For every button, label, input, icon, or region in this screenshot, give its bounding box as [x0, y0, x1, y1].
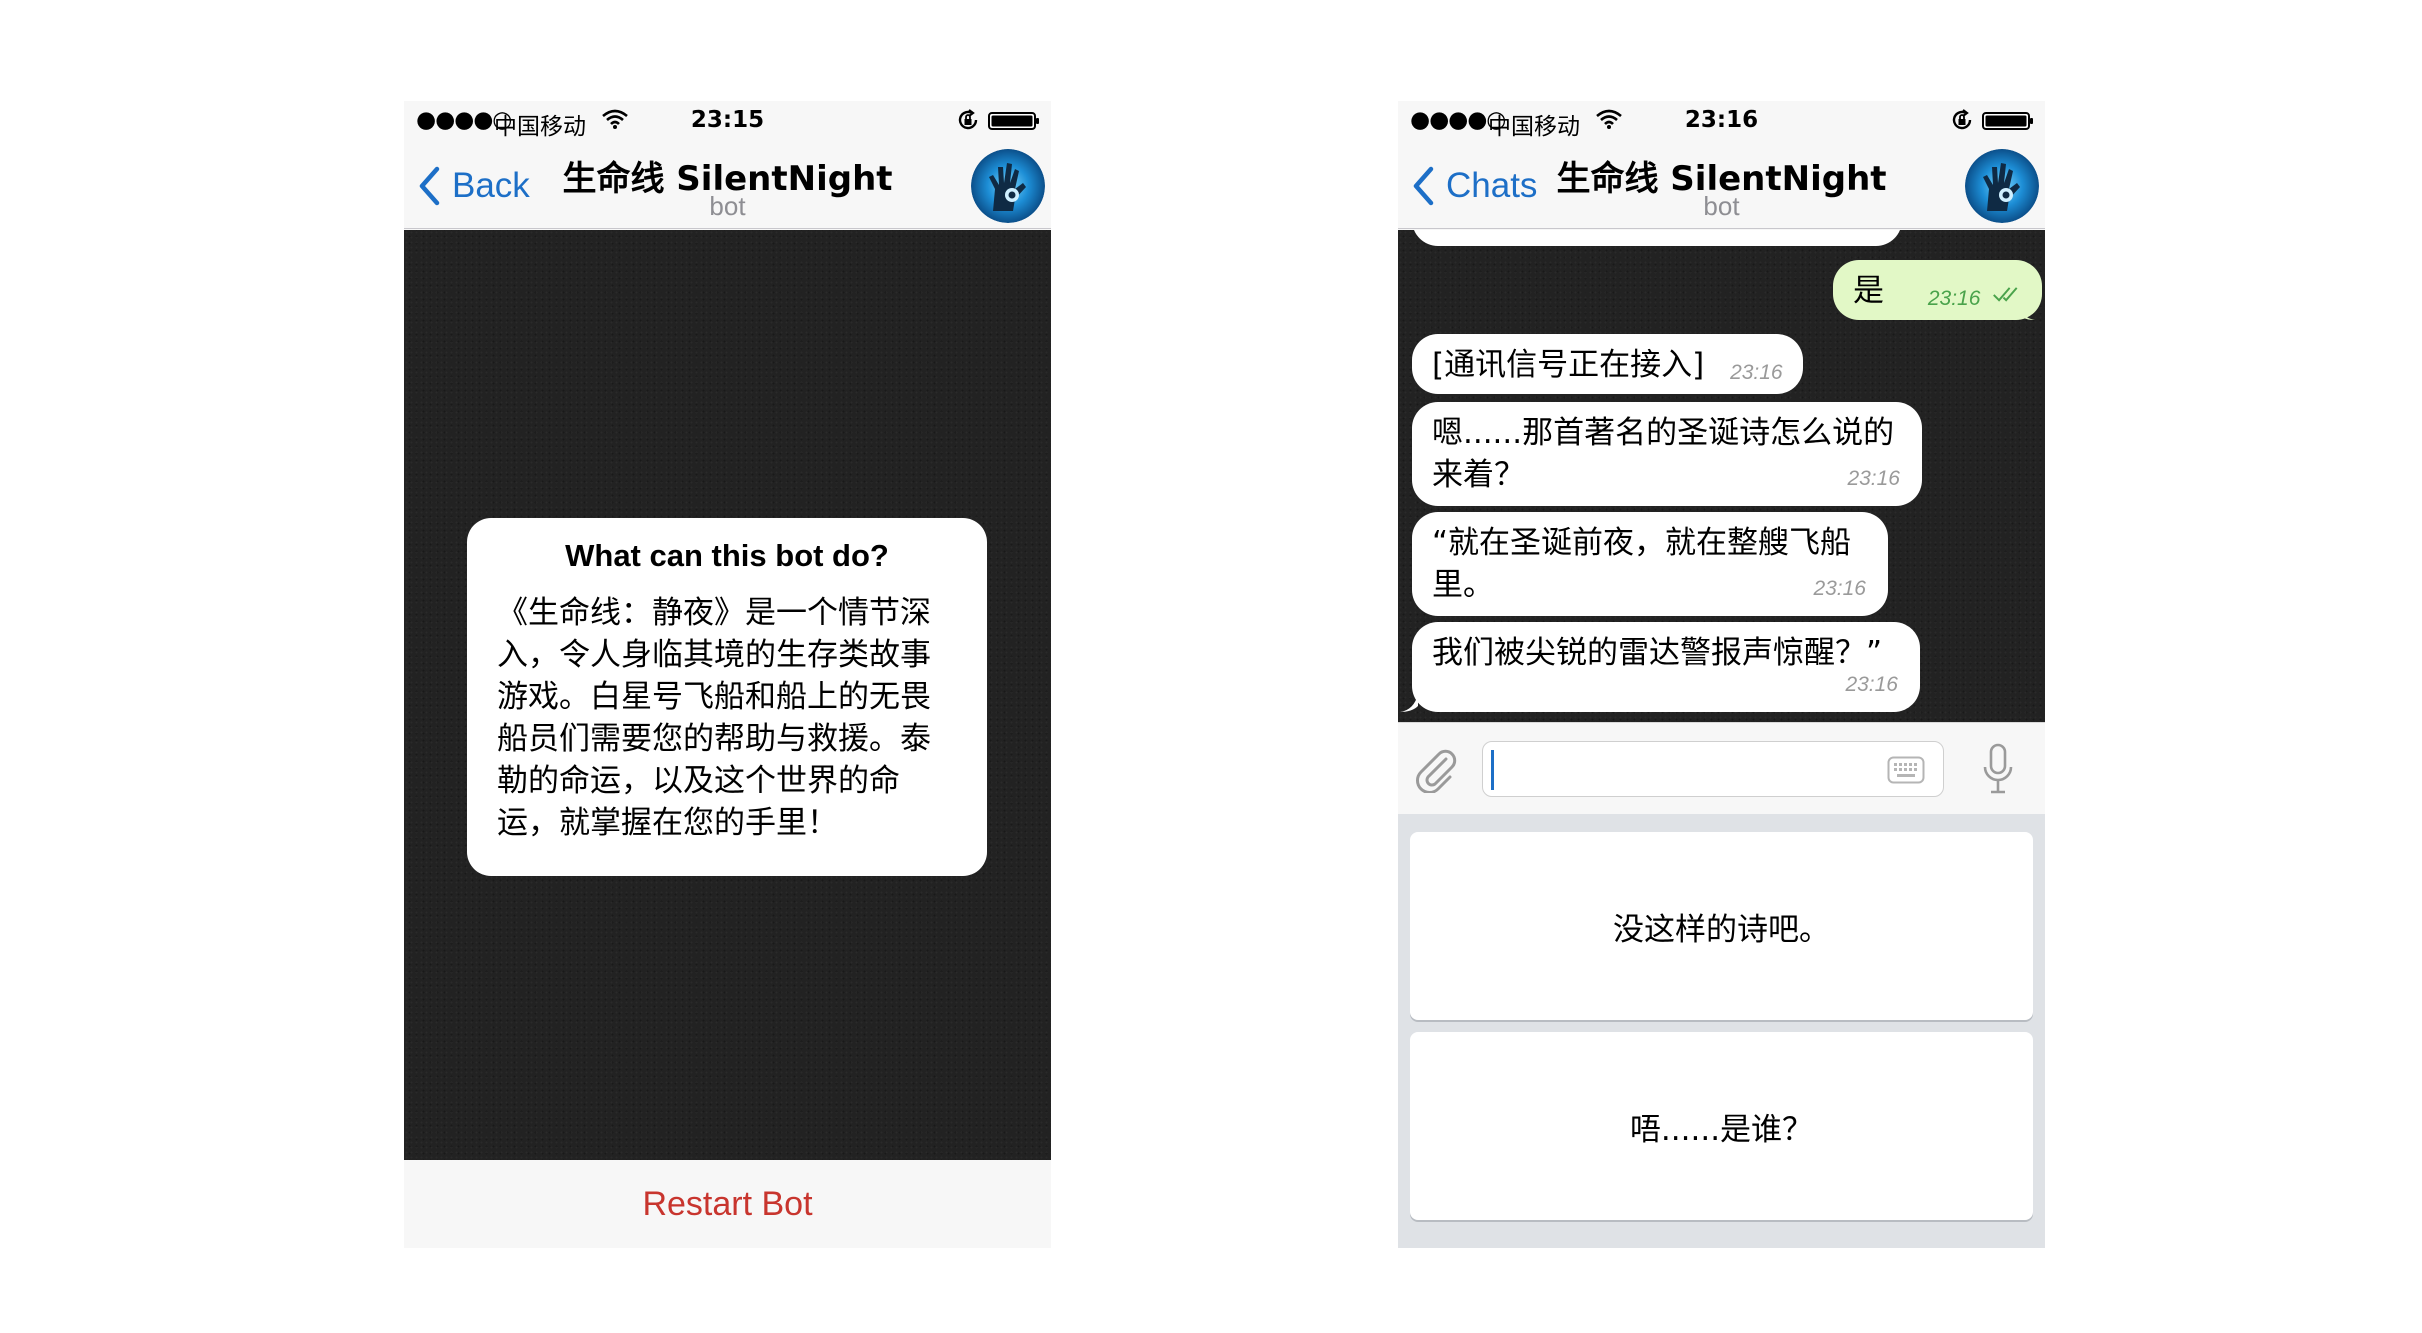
restart-bot-button[interactable]: Restart Bot [404, 1160, 1051, 1248]
message-time: 23:16 [1827, 230, 1880, 242]
message-time: 23:16 [1927, 287, 1981, 310]
microphone-icon[interactable] [1982, 743, 2014, 795]
message-bubble-incoming: 我们被尖锐的雷达警报声惊醒？” 23:16 [1412, 622, 1920, 712]
message-time: 23:16 [1730, 361, 1783, 384]
status-time: 23:16 [1684, 107, 1759, 133]
reply-option-button[interactable]: 没这样的诗吧。 [1410, 832, 2033, 1020]
chat-subtitle: bot [1703, 191, 1740, 221]
message-text: “就在圣诞前夜，就在整艘飞船里。 [1432, 525, 1852, 603]
message-time: 23:16 [1845, 673, 1898, 696]
message-text: 嗯......那首著名的圣诞诗怎么说的来着？ [1432, 415, 1895, 493]
chat-screen: ●●●●○ 中国移动 23:16 Chats 生命线 SilentNight b… [1398, 101, 2045, 1248]
message-input[interactable] [1491, 748, 1871, 790]
status-bar: ●●●●○ 中国移动 23:15 [404, 101, 1051, 141]
message-list[interactable]: 23:16 是 23:16 [通讯信号正在接入] 23:16 嗯......那首… [1398, 230, 2045, 722]
message-time: 23:16 [1813, 577, 1866, 600]
navigation-bar: Back 生命线 SilentNight bot [404, 141, 1051, 229]
restart-bot-label: Restart Bot [642, 1184, 813, 1223]
intro-title: What can this bot do? [565, 538, 889, 573]
message-text: 我们被尖锐的雷达警报声惊醒？” [1432, 635, 1883, 671]
double-check-icon [1992, 285, 2022, 303]
message-field[interactable] [1482, 741, 1944, 797]
battery-icon [1982, 112, 2034, 130]
bot-intro-card: What can this bot do? 《生命线：静夜》是一个情节深入，令人… [467, 518, 987, 876]
text-cursor [1491, 750, 1494, 790]
intro-body: 《生命线：静夜》是一个情节深入，令人身临其境的生存类故事游戏。白星号飞船和船上的… [497, 595, 931, 841]
chat-background: What can this bot do? 《生命线：静夜》是一个情节深入，令人… [404, 230, 1051, 1160]
message-bubble-incoming: 嗯......那首著名的圣诞诗怎么说的来着？ 23:16 [1412, 402, 1922, 506]
composer-bar [1398, 722, 2045, 814]
status-bar: ●●●●○ 中国移动 23:16 [1398, 101, 2045, 141]
message-bubble-cutoff: 23:16 [1412, 230, 1902, 246]
bot-reply-keyboard: 没这样的诗吧。 唔......是谁？ [1398, 814, 2045, 1248]
bot-avatar[interactable] [1965, 149, 2039, 223]
keyboard-icon[interactable] [1887, 756, 1925, 784]
navigation-bar: Chats 生命线 SilentNight bot [1398, 141, 2045, 229]
paperclip-icon[interactable] [1412, 745, 1458, 793]
rotation-lock-icon [956, 108, 980, 132]
rotation-lock-icon [1950, 108, 1974, 132]
chat-subtitle: bot [709, 191, 746, 221]
intro-screen: ●●●●○ 中国移动 23:15 Back 生命线 SilentNight bo… [404, 101, 1051, 1248]
bubble-tail [2017, 302, 2035, 320]
message-text: 是 [1853, 273, 1884, 309]
battery-icon [988, 112, 1040, 130]
message-text: [通讯信号正在接入] [1432, 347, 1705, 383]
reply-option-button[interactable]: 唔......是谁？ [1410, 1032, 2033, 1220]
bot-avatar[interactable] [971, 149, 1045, 223]
message-time: 23:16 [1847, 467, 1900, 490]
status-time: 23:15 [690, 107, 765, 133]
bubble-tail [1400, 694, 1418, 712]
message-bubble-incoming: “就在圣诞前夜，就在整艘飞船里。 23:16 [1412, 512, 1888, 616]
message-bubble-incoming: [通讯信号正在接入] 23:16 [1412, 334, 1803, 394]
message-bubble-outgoing: 是 23:16 [1833, 260, 2043, 320]
